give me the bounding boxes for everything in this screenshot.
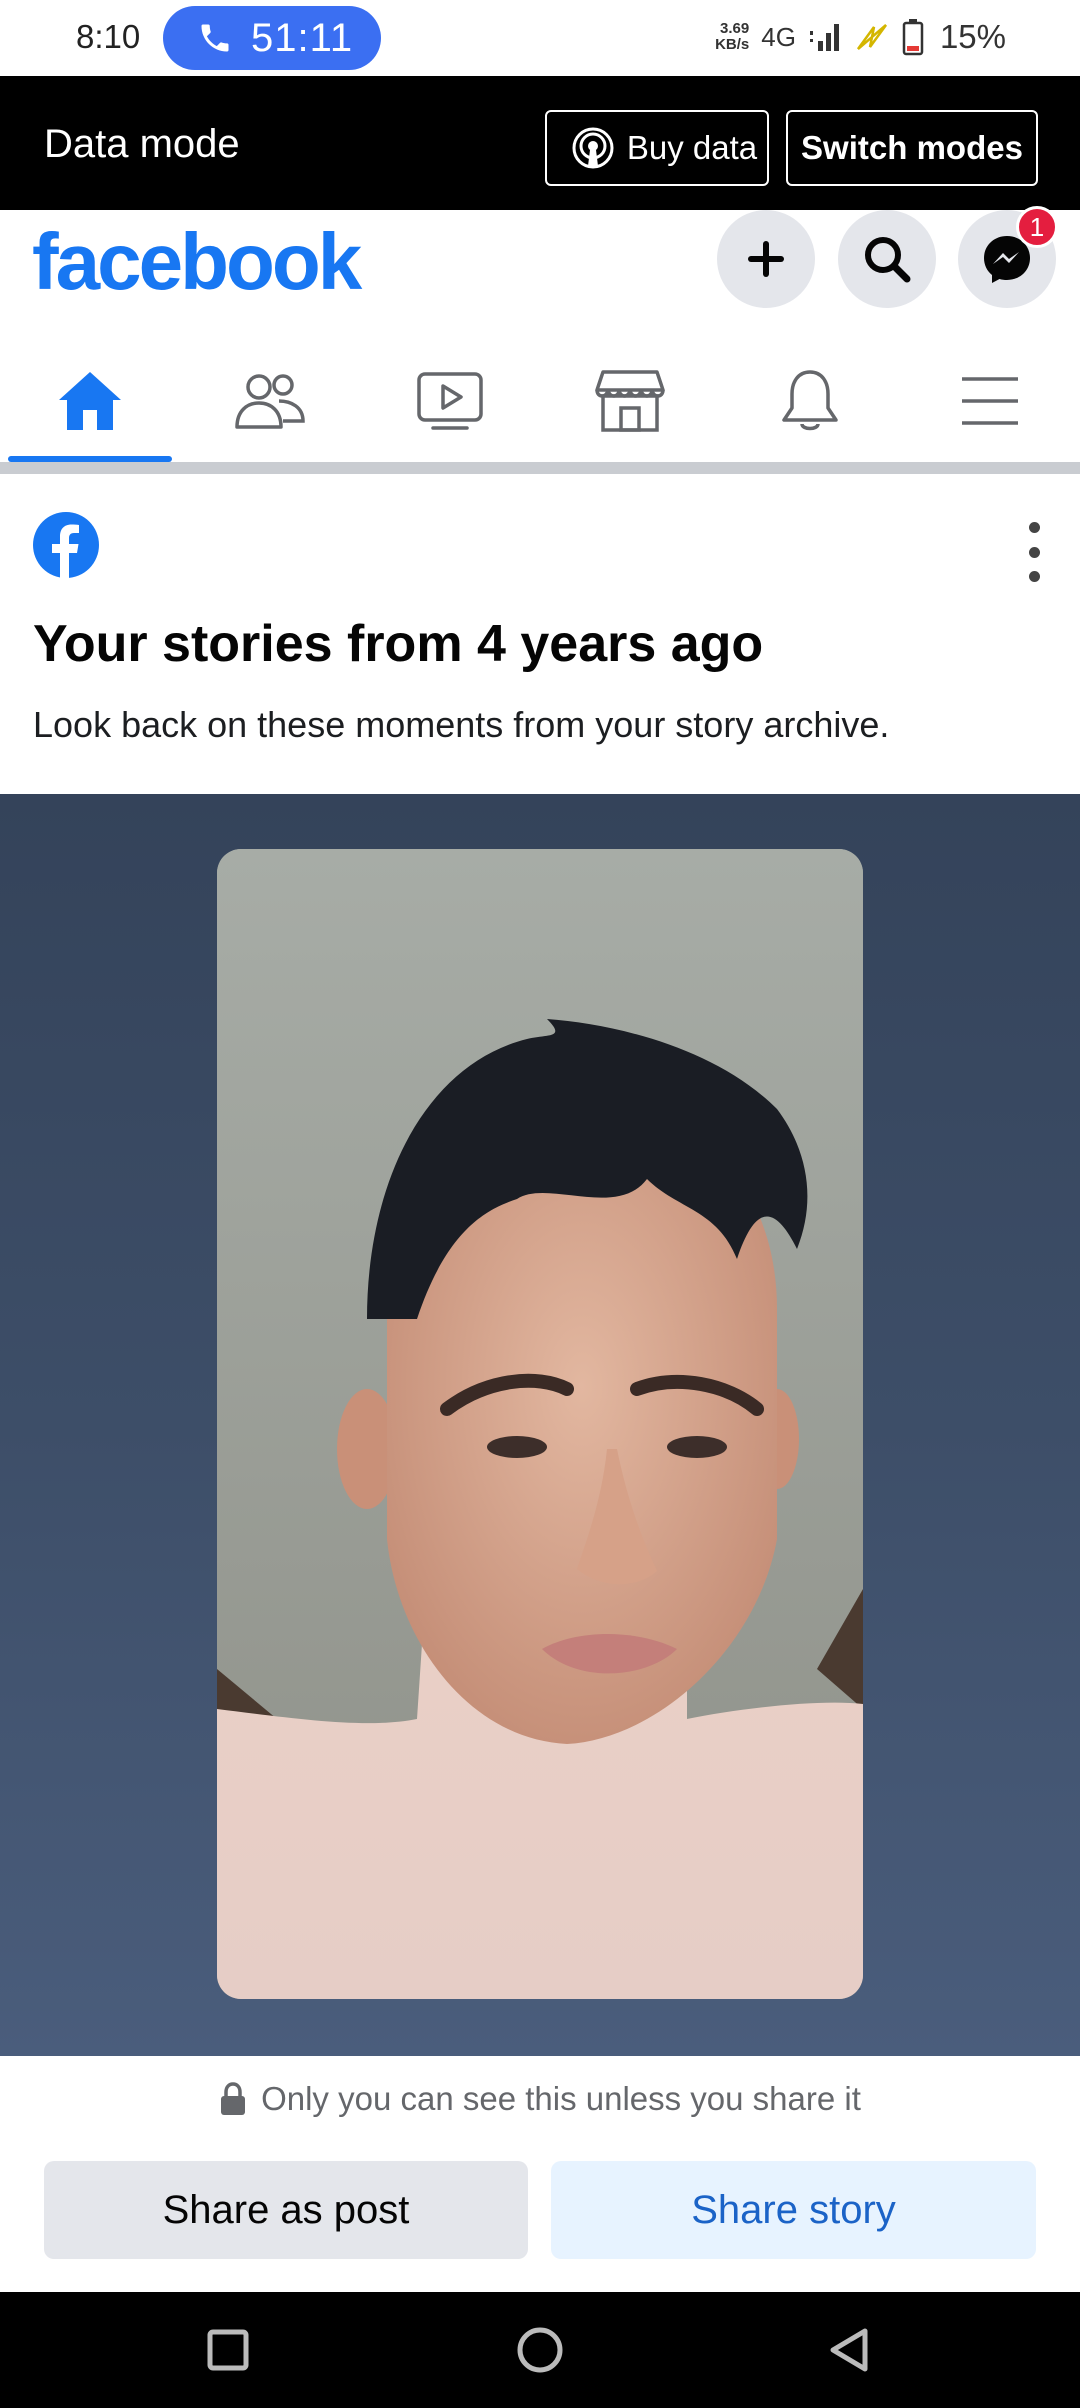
lock-icon xyxy=(221,2082,246,2115)
privacy-note: Only you can see this unless you share i… xyxy=(0,2080,1080,2118)
status-time: 8:10 xyxy=(76,18,141,55)
memory-card: Your stories from 4 years ago Look back … xyxy=(0,474,1080,794)
video-icon xyxy=(417,372,483,430)
home-icon xyxy=(59,372,121,430)
tab-watch[interactable] xyxy=(365,340,535,462)
network-type: 4G xyxy=(761,21,796,52)
tab-marketplace[interactable] xyxy=(545,340,715,462)
circle-icon xyxy=(517,2327,563,2373)
battery-percent: 15% xyxy=(939,18,1006,55)
memory-subtitle: Look back on these moments from your sto… xyxy=(33,704,890,745)
selfie-photo xyxy=(217,849,863,1999)
create-button[interactable] xyxy=(717,210,815,308)
status-bar: 8:10 51:11 3.69 KB/s 4G 15% xyxy=(0,0,1080,76)
plus-icon xyxy=(748,241,784,277)
status-icons: 3.69 KB/s 4G 15% xyxy=(715,18,1006,56)
phone-icon xyxy=(201,24,229,52)
switch-modes-button[interactable]: Switch modes xyxy=(786,110,1038,186)
battery-icon xyxy=(902,19,924,56)
broadcast-icon xyxy=(572,127,614,169)
search-icon xyxy=(865,237,911,283)
story-preview-area xyxy=(0,794,1080,2056)
tab-home[interactable] xyxy=(5,340,175,462)
square-icon xyxy=(207,2329,249,2371)
privacy-text: Only you can see this unless you share i… xyxy=(261,2080,861,2117)
net-speed: 3.69 KB/s xyxy=(715,20,750,53)
system-nav-bar xyxy=(0,2292,1080,2408)
hamburger-icon xyxy=(962,377,1018,425)
nav-tabs xyxy=(0,340,1080,462)
app-header: facebook 1 xyxy=(0,206,1080,340)
story-photo[interactable] xyxy=(217,849,863,1999)
facebook-logo[interactable]: facebook xyxy=(32,216,362,308)
store-icon xyxy=(595,370,665,432)
share-story-button[interactable]: Share story xyxy=(551,2161,1036,2259)
share-as-post-button[interactable]: Share as post xyxy=(44,2161,528,2259)
nav-divider xyxy=(0,462,1080,474)
call-timer: 51:11 xyxy=(251,15,354,60)
facebook-round-icon xyxy=(33,512,99,578)
search-button[interactable] xyxy=(838,210,936,308)
buy-data-label: Buy data xyxy=(626,129,758,166)
bell-icon xyxy=(782,370,838,431)
friends-icon xyxy=(235,374,305,429)
back-button[interactable] xyxy=(790,2292,910,2408)
signal-icon xyxy=(809,24,839,51)
memory-title: Your stories from 4 years ago xyxy=(33,615,764,673)
messenger-badge: 1 xyxy=(1016,206,1058,248)
ongoing-call-pill[interactable]: 51:11 xyxy=(163,6,381,70)
data-mode-title: Data mode xyxy=(44,122,240,166)
buy-data-button[interactable]: Buy data xyxy=(545,110,769,186)
back-triangle-icon xyxy=(830,2328,868,2372)
messenger-button[interactable]: 1 xyxy=(958,206,1058,308)
home-button[interactable] xyxy=(480,2292,600,2408)
recents-button[interactable] xyxy=(168,2292,288,2408)
tab-menu[interactable] xyxy=(905,340,1075,462)
more-options-icon[interactable] xyxy=(1024,522,1044,582)
charging-icon xyxy=(856,24,887,50)
tab-friends[interactable] xyxy=(185,340,355,462)
tab-notifications[interactable] xyxy=(725,340,895,462)
data-mode-bar: Data mode Buy data Switch modes xyxy=(0,76,1080,210)
